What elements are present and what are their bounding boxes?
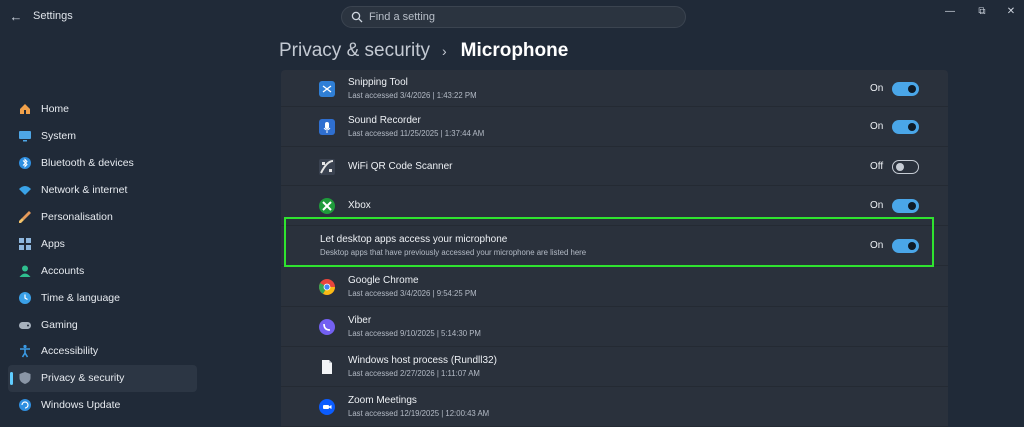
search-input[interactable]: Find a setting — [369, 11, 435, 23]
sidebar-item-label: Home — [41, 103, 70, 116]
row-title: Sound Recorder — [348, 115, 421, 126]
sidebar-item-label: Time & language — [41, 291, 120, 304]
sidebar-item-label: Privacy & security — [41, 372, 125, 385]
row-title: Snipping Tool — [348, 76, 408, 88]
file-icon — [319, 359, 335, 375]
breadcrumb: Privacy & security › Microphone — [279, 38, 568, 64]
toggle-state-label: On — [870, 200, 884, 211]
row-wifi-qr-code-scanner: WiFi QR Code Scanner Off — [281, 147, 948, 186]
person-icon — [18, 264, 32, 278]
accessibility-icon — [18, 344, 32, 358]
search-icon — [351, 11, 363, 23]
row-title: Windows host process (Rundll32) — [348, 355, 497, 366]
zoom-icon — [319, 399, 335, 415]
chevron-right-icon: › — [441, 43, 447, 59]
toggle-state-label: On — [870, 82, 884, 94]
toggle-knob — [908, 84, 916, 93]
row-viber: Viber Last accessed 9/10/2025 | 5:14:30 P… — [281, 307, 948, 347]
xbox-icon — [319, 198, 335, 214]
sidebar-item-windows-update[interactable]: Windows Update — [8, 392, 197, 419]
toggle-switch[interactable] — [892, 199, 919, 213]
update-icon — [18, 398, 32, 412]
sidebar-item-accounts[interactable]: Accounts — [8, 257, 197, 284]
toggle-state-label: On — [870, 121, 884, 132]
search-box[interactable]: Find a setting — [341, 6, 686, 28]
row-subtitle: Last accessed 2/27/2026 | 1:11:07 AM — [348, 369, 480, 378]
toggle-knob — [896, 162, 904, 171]
row-title: Xbox — [348, 200, 371, 211]
sidebar-item-network-internet[interactable]: Network & internet — [8, 177, 197, 204]
row-title: Zoom Meetings — [348, 395, 417, 406]
sidebar-item-time-language[interactable]: Time & language — [8, 284, 197, 311]
row-subtitle: Last accessed 3/4/2026 | 1:43:22 PM — [348, 90, 477, 100]
toggle-knob — [908, 123, 916, 131]
sidebar: Home System Bluetooth & devices Network & i… — [0, 96, 200, 419]
row-zoom-meetings: Zoom Meetings Last accessed 12/19/2025 | … — [281, 387, 948, 427]
sidebar-item-apps[interactable]: Apps — [8, 230, 197, 257]
row-subtitle: Last accessed 12/19/2025 | 12:00:43 AM — [348, 409, 490, 418]
qr-scanner-icon — [319, 158, 335, 175]
row-sound-recorder: Sound Recorder Last accessed 11/25/2025 |… — [281, 107, 948, 147]
apps-icon — [18, 237, 32, 251]
sidebar-item-bluetooth-devices[interactable]: Bluetooth & devices — [8, 150, 197, 177]
row-google-chrome: Google Chrome Last accessed 3/4/2026 | 9:… — [281, 266, 948, 307]
title-bar: ← Settings Find a setting — ⧉ ✕ — [0, 0, 1024, 34]
home-icon — [18, 102, 32, 116]
sidebar-item-system[interactable]: System — [8, 123, 197, 150]
toggle-knob — [908, 202, 916, 210]
row-subtitle: Last accessed 3/4/2026 | 9:54:25 PM — [348, 288, 477, 298]
sidebar-item-home[interactable]: Home — [8, 96, 197, 123]
brush-icon — [18, 210, 32, 224]
toggle-switch[interactable] — [892, 120, 919, 134]
viber-icon — [319, 319, 335, 335]
breadcrumb-parent[interactable]: Privacy & security — [279, 40, 430, 62]
gamepad-icon — [18, 318, 32, 332]
minimize-button[interactable]: — — [943, 6, 957, 18]
row-subtitle: Last accessed 11/25/2025 | 1:37:44 AM — [348, 129, 485, 138]
toggle-state-label: Off — [870, 160, 884, 172]
sidebar-item-accessibility[interactable]: Accessibility — [8, 338, 197, 365]
sidebar-item-label: Windows Update — [41, 399, 121, 412]
sidebar-item-label: Accessibility — [41, 345, 99, 358]
app-title: Settings — [33, 10, 73, 22]
row-title: WiFi QR Code Scanner — [348, 160, 453, 172]
sidebar-item-label: System — [41, 130, 77, 143]
snipping-tool-icon — [319, 80, 335, 97]
toggle-switch[interactable] — [892, 81, 919, 96]
sound-recorder-icon — [319, 119, 335, 135]
toggle-switch[interactable] — [892, 159, 919, 174]
back-arrow-icon[interactable]: ← — [8, 9, 24, 25]
highlight-annotation — [284, 217, 934, 267]
row-title: Viber — [348, 315, 372, 326]
page-title: Microphone — [460, 40, 569, 61]
globe-clock-icon — [18, 291, 32, 305]
bluetooth-icon — [18, 156, 32, 170]
sidebar-item-privacy-security[interactable]: Privacy & security — [8, 364, 197, 392]
row-subtitle: Last accessed 9/10/2025 | 5:14:30 PM — [348, 329, 481, 338]
sidebar-item-personalisation[interactable]: Personalisation — [8, 204, 197, 231]
row-windows-host-process-rundll32: Windows host process (Rundll32) Last acce… — [281, 347, 948, 387]
maximize-button[interactable]: ⧉ — [975, 6, 989, 18]
wifi-icon — [18, 183, 32, 197]
sidebar-item-gaming[interactable]: Gaming — [8, 311, 197, 338]
shield-icon — [18, 371, 32, 385]
sidebar-item-label: Personalisation — [41, 211, 113, 223]
sidebar-item-label: Apps — [41, 237, 65, 250]
sidebar-item-label: Accounts — [41, 264, 85, 277]
chrome-icon — [319, 278, 335, 295]
monitor-icon — [18, 129, 32, 143]
close-button[interactable]: ✕ — [1004, 6, 1018, 18]
sidebar-item-label: Bluetooth & devices — [41, 157, 134, 170]
row-title: Google Chrome — [348, 274, 419, 286]
row-snipping-tool: Snipping Tool Last accessed 3/4/2026 | 1:… — [281, 70, 948, 107]
sidebar-item-label: Network & internet — [41, 184, 128, 197]
sidebar-item-label: Gaming — [41, 318, 78, 331]
